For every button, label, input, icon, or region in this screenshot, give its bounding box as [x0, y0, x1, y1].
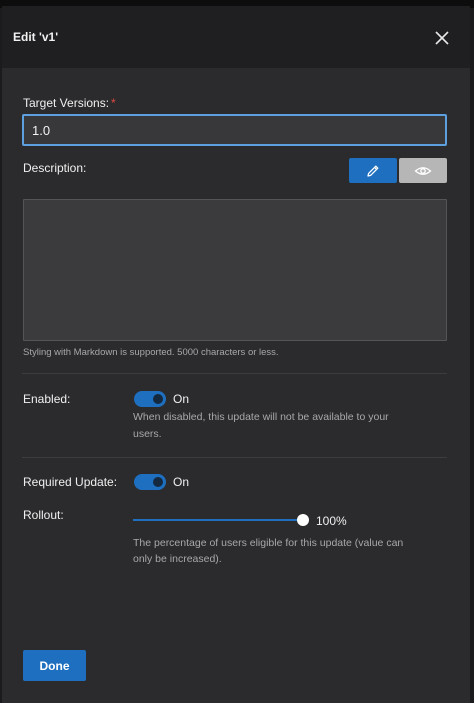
- edit-version-dialog: Edit 'v1' Target Versions:* Description:…: [2, 6, 470, 703]
- target-versions-input[interactable]: [22, 114, 447, 146]
- rollout-help-line1: The percentage of users eligible for thi…: [133, 537, 404, 549]
- section-divider: [22, 457, 447, 458]
- required-mark: *: [111, 96, 116, 110]
- description-help: Styling with Markdown is supported. 5000…: [23, 347, 279, 358]
- close-icon: [435, 31, 449, 45]
- description-textarea[interactable]: [23, 199, 447, 341]
- enabled-toggle[interactable]: [134, 391, 166, 407]
- enabled-state-text: On: [173, 392, 190, 406]
- dialog-title: Edit 'v1': [13, 30, 59, 44]
- edit-mode-button[interactable]: [349, 158, 397, 183]
- rollout-slider-track[interactable]: [133, 519, 305, 521]
- eye-icon: [414, 166, 432, 175]
- required-update-toggle[interactable]: [134, 474, 166, 490]
- done-button[interactable]: Done: [23, 650, 86, 681]
- section-divider: [22, 373, 447, 374]
- pencil-icon: [367, 165, 379, 177]
- rollout-slider-thumb[interactable]: [297, 514, 309, 526]
- enabled-help-line1: When disabled, this update will not be a…: [133, 411, 389, 423]
- enabled-label: Enabled:: [23, 392, 71, 406]
- description-label: Description:: [23, 161, 87, 175]
- required-update-state-text: On: [173, 475, 190, 489]
- rollout-label: Rollout:: [23, 508, 64, 522]
- required-update-label: Required Update:: [23, 475, 118, 489]
- dialog-header: Edit 'v1': [2, 6, 470, 68]
- rollout-help-line2: only be increased).: [133, 553, 222, 565]
- close-button[interactable]: [430, 26, 454, 50]
- toggle-knob: [153, 394, 163, 404]
- preview-mode-button[interactable]: [399, 158, 447, 183]
- target-versions-label: Target Versions: *: [23, 96, 116, 110]
- toggle-knob: [153, 477, 163, 487]
- rollout-value: 100%: [316, 514, 347, 528]
- enabled-help-line2: users.: [133, 428, 162, 440]
